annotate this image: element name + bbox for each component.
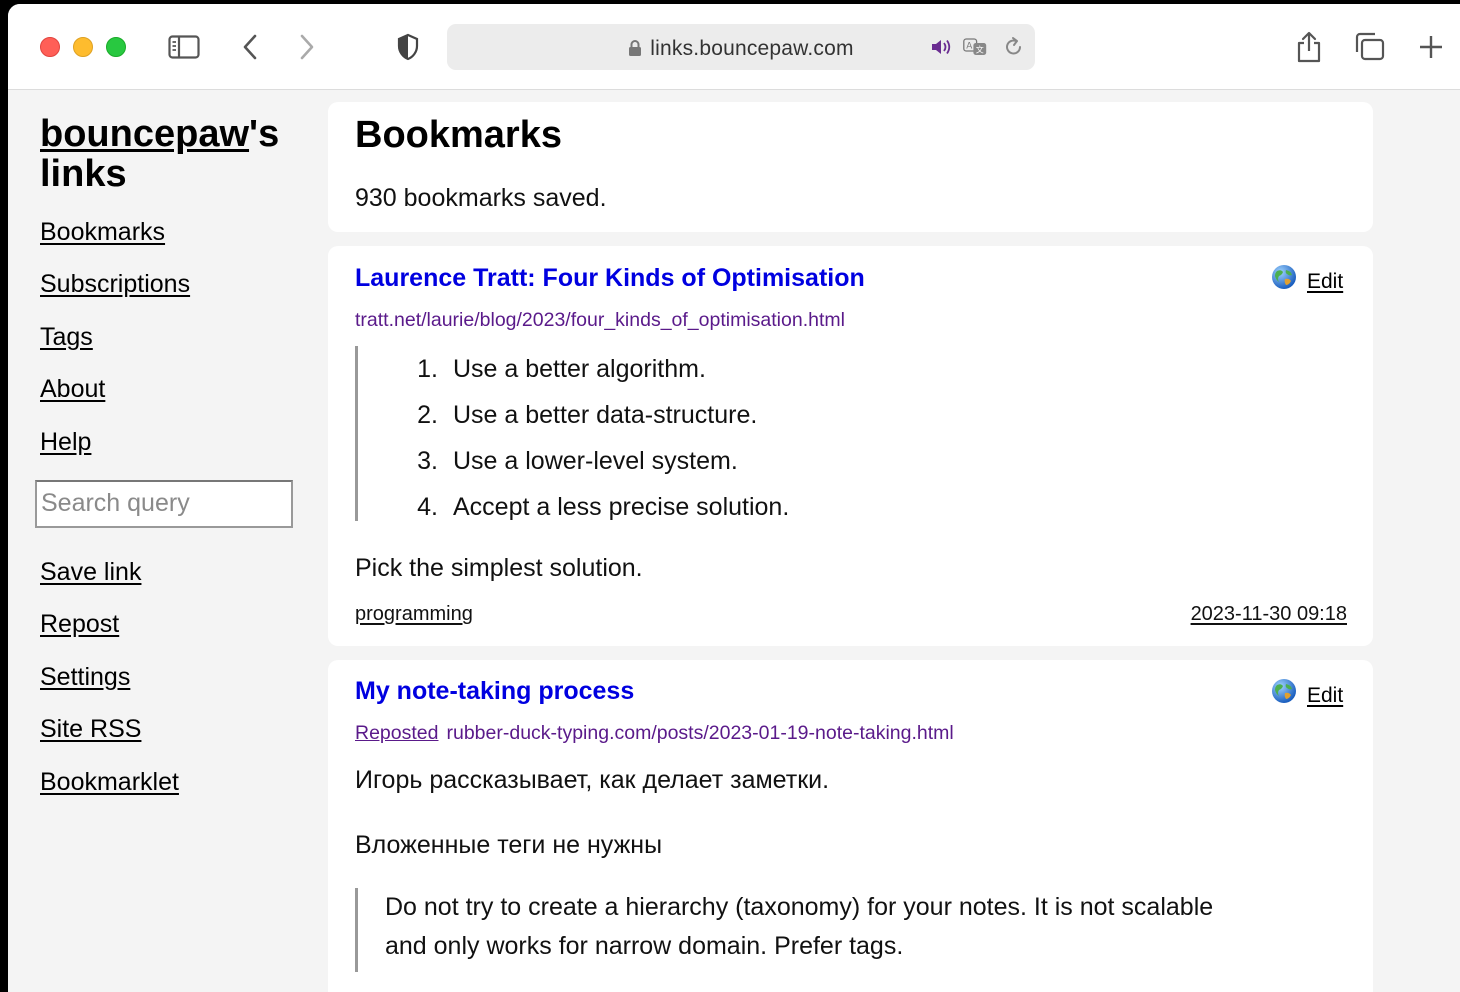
edit-bookmark-link[interactable]: Edit [1307, 270, 1343, 294]
sidebar-link-bookmarklet[interactable]: Bookmarklet [40, 766, 300, 818]
quote-list-item: 1. Use a better algorithm. [417, 355, 706, 383]
sidebar-link-help[interactable]: Help [40, 426, 300, 478]
bookmark-date-link[interactable]: 2023-11-30 09:18 [1191, 603, 1347, 626]
back-chevron-icon[interactable] [233, 30, 267, 64]
bookmark-title-link[interactable]: Laurence Tratt: Four Kinds of Optimisati… [355, 264, 865, 293]
sidebar-toggle-icon[interactable] [167, 30, 201, 64]
address-bar[interactable]: links.bouncepaw.com A文 [447, 24, 1035, 70]
quote-text: Do not try to create a hierarchy (taxono… [385, 893, 1214, 960]
sidebar-link-repost[interactable]: Repost [40, 608, 300, 660]
sidebar-link-tags[interactable]: Tags [40, 321, 300, 373]
reposted-link[interactable]: Reposted [355, 722, 438, 744]
bookmark-description: Pick the simplest solution. [355, 554, 643, 582]
minimize-window-button[interactable] [73, 37, 93, 57]
forward-chevron-icon[interactable] [290, 30, 324, 64]
bookmark-card: Laurence Tratt: Four Kinds of Optimisati… [328, 246, 1373, 646]
globe-icon[interactable] [1271, 678, 1297, 704]
share-icon[interactable] [1292, 30, 1326, 64]
quote-list-item: 3. Use a lower-level system. [417, 447, 738, 475]
sidebar-link-site-rss[interactable]: Site RSS [40, 713, 300, 765]
edit-bookmark-link[interactable]: Edit [1307, 684, 1343, 708]
browser-toolbar: links.bouncepaw.com A文 [8, 4, 1460, 90]
site-sidebar: bouncepaw's links Bookmarks Subscription… [35, 114, 300, 818]
translate-icon[interactable]: A文 [963, 36, 987, 58]
sidebar-link-save-link[interactable]: Save link [40, 556, 300, 608]
privacy-shield-icon[interactable] [391, 30, 425, 64]
header-card: Bookmarks 930 bookmarks saved. [328, 102, 1373, 232]
tag-link[interactable]: programming [355, 603, 473, 626]
search-input[interactable] [35, 479, 293, 528]
bookmark-description: Игорь рассказывает, как делает заметки. [355, 766, 830, 794]
svg-text:文: 文 [976, 45, 984, 55]
bookmark-url-line: Reposted rubber-duck-typing.com/posts/202… [355, 722, 954, 745]
quote-list-item: 2. Use a better data-structure. [417, 401, 758, 429]
speaker-icon[interactable] [930, 36, 954, 58]
sidebar-link-bookmarks[interactable]: Bookmarks [40, 216, 300, 268]
sidebar-link-about[interactable]: About [40, 373, 300, 425]
lock-icon [628, 39, 642, 63]
tabs-overview-icon[interactable] [1353, 30, 1387, 64]
bookmark-url-link[interactable]: rubber-duck-typing.com/posts/2023-01-19-… [446, 722, 953, 744]
page-title: Bookmarks [355, 114, 562, 156]
bookmark-url-link[interactable]: tratt.net/laurie/blog/2023/four_kinds_of… [355, 309, 845, 332]
site-owner-link[interactable]: bouncepaw [40, 113, 249, 155]
new-tab-plus-icon[interactable] [1414, 30, 1448, 64]
bookmark-card: My note-taking process Edit Reposted rubb… [328, 660, 1373, 992]
bookmark-subheading: Вложенные теги не нужны [355, 831, 663, 859]
site-title: bouncepaw's links [40, 114, 300, 194]
address-url: links.bouncepaw.com [650, 37, 854, 60]
sidebar-link-subscriptions[interactable]: Subscriptions [40, 268, 300, 320]
bookmark-title-link[interactable]: My note-taking process [355, 677, 634, 706]
bookmark-quote: Do not try to create a hierarchy (taxono… [355, 888, 1258, 972]
bookmark-quote: 1. Use a better algorithm. 2. Use a better… [355, 346, 789, 521]
zoom-window-button[interactable] [106, 37, 126, 57]
reload-icon[interactable] [1002, 36, 1026, 58]
globe-icon[interactable] [1271, 264, 1297, 290]
browser-window: links.bouncepaw.com A文 bouncepaw's links [8, 4, 1460, 992]
close-window-button[interactable] [40, 37, 60, 57]
svg-text:A: A [966, 42, 972, 52]
bookmark-count: 930 bookmarks saved. [355, 184, 607, 212]
quote-list: 1. Use a better algorithm. 2. Use a better… [358, 346, 789, 530]
sidebar-link-settings[interactable]: Settings [40, 661, 300, 713]
quote-list-item: 4. Accept a less precise solution. [417, 493, 790, 521]
